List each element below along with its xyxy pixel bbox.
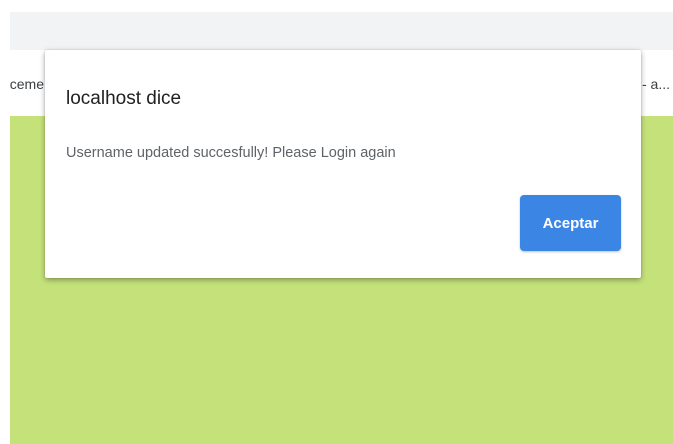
browser-toolbar (10, 12, 673, 50)
alert-dialog: localhost dice Username updated succesfu… (45, 50, 641, 278)
dialog-title: localhost dice (66, 88, 182, 109)
browser-screen: ceme - a... localhost dice Username upda… (0, 0, 673, 444)
left-strip (0, 0, 10, 444)
accept-button[interactable]: Aceptar (520, 195, 621, 251)
bookmark-item-left[interactable]: ceme (10, 76, 44, 92)
bookmark-item-right[interactable]: - a... (642, 76, 670, 92)
dialog-message: Username updated succesfully! Please Log… (66, 145, 396, 161)
